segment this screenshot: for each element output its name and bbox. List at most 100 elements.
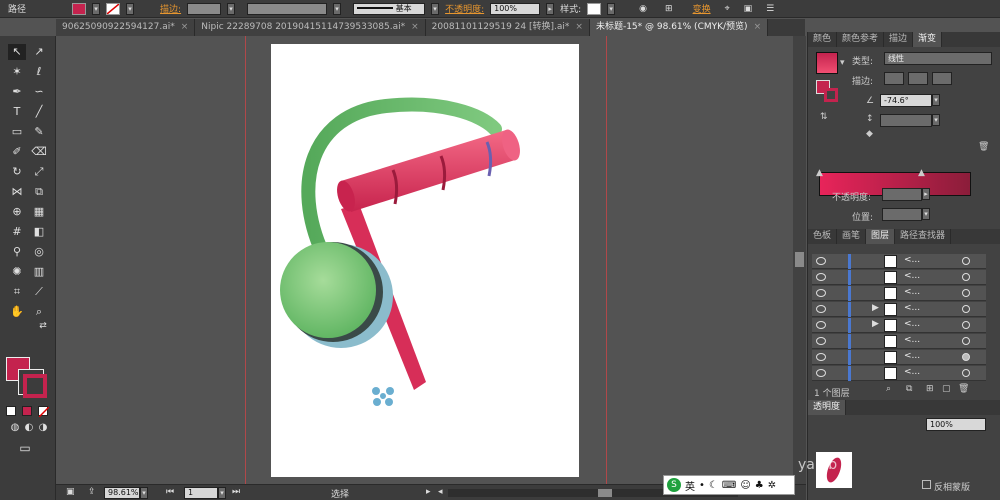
rotate-icon[interactable]: ↻ [8,164,26,180]
symbol-sprayer-icon[interactable]: ✺ [8,264,26,280]
tab-swatches[interactable]: 色板 [808,229,838,244]
reverse-gradient-icon[interactable]: ⇅ [820,112,828,122]
hand-tool-icon[interactable]: ✋ [8,304,26,320]
tab-color-guide[interactable]: 颜色参考 [837,32,885,47]
doc-tab-1[interactable]: 90625090922594127.ai* × [56,19,196,36]
target-icon[interactable] [962,337,970,345]
layer-row[interactable]: <... [812,334,986,349]
artboard-number-dropdown[interactable]: ▾ [218,487,226,499]
zoom-dropdown[interactable]: ▾ [140,487,148,499]
stroke-weight-field[interactable] [187,2,222,15]
target-icon[interactable] [962,289,970,297]
vertical-scrollbar[interactable] [793,36,806,484]
layer-row[interactable]: <... [812,270,986,285]
eyedropper-icon[interactable]: ⚲ [8,244,26,260]
close-icon[interactable]: × [754,22,762,32]
swap-colors-icon[interactable]: ⇄ [34,318,52,334]
gradient-opacity-dropdown[interactable]: ▸ [922,188,930,200]
gradient-position-field[interactable] [882,208,922,221]
opacity-field[interactable]: 100% [490,2,541,15]
magic-wand-icon[interactable]: ✶ [8,64,26,80]
none-mode-icon[interactable] [38,406,49,417]
gradient-stop-right-icon[interactable]: ▲ [918,168,925,178]
doc-tab-4[interactable]: 未标题-15* @ 98.61% (CMYK/预览) × [589,19,769,36]
arrange-icon[interactable]: ▣ [744,4,753,14]
angle-dropdown[interactable]: ▾ [932,94,940,106]
layer-row[interactable]: <... [812,254,986,269]
target-icon[interactable] [962,257,970,265]
gradient-preview-dropdown[interactable]: ▾ [840,58,845,68]
tab-pathfinder[interactable]: 路径查找器 [895,229,952,244]
tab-stroke[interactable]: 描边 [884,32,914,47]
close-icon[interactable]: × [181,22,189,32]
gradient-type-field[interactable]: 线性 [884,52,992,65]
aspect-ratio-field[interactable] [880,114,932,127]
fill-swatch[interactable] [72,2,87,15]
status-arrow-icon[interactable]: ▸ [426,487,431,497]
shape-builder-icon[interactable]: ⊕ [8,204,26,220]
artboard[interactable] [271,44,579,477]
gradient-opacity-field[interactable] [882,188,922,201]
visibility-eye-icon[interactable] [816,369,826,377]
doc-tab-3[interactable]: 20081101129519 24 [转换].ai* × [425,19,590,36]
artboard-number-field[interactable]: 1 [184,487,218,499]
panel-menu-icon[interactable]: ☰ [766,4,774,14]
artboard-nav-icon[interactable]: ▣ [66,487,75,497]
target-icon[interactable] [962,273,970,281]
moon-icon[interactable]: ☾ [709,480,718,491]
stroke-weight-dropdown[interactable]: ▾ [227,2,236,15]
brush-style-dropdown[interactable]: ▾ [431,2,440,15]
lasso-icon[interactable]: ℓ [30,64,48,80]
isolate-icon[interactable]: ⌖ [725,4,730,14]
visibility-eye-icon[interactable] [816,273,826,281]
fill-dropdown[interactable]: ▾ [92,2,101,15]
skin-icon[interactable]: ♣ [755,480,764,491]
gradient-mode-icon[interactable] [22,406,32,416]
width-tool-icon[interactable]: ⋈ [8,184,26,200]
user-icon[interactable]: ☺ [740,480,750,491]
tab-color[interactable]: 颜色 [808,32,838,47]
stroke-swatch[interactable] [106,2,121,15]
variable-width-field[interactable] [247,2,328,15]
settings-icon[interactable]: ✲ [768,480,776,491]
stroke-label[interactable]: 描边: [160,2,181,15]
transparency-opacity-field[interactable]: 100% [926,418,986,431]
graph-tool-icon[interactable]: ▥ [30,264,48,280]
perspective-grid-icon[interactable]: ▦ [30,204,48,220]
locate-object-icon[interactable]: ⌕ [886,384,891,394]
target-icon[interactable] [962,305,970,313]
blend-tool-icon[interactable]: ◎ [30,244,48,260]
mesh-tool-icon[interactable]: # [8,224,26,240]
layer-row[interactable]: <... [812,286,986,301]
stroke-option-1[interactable] [884,72,904,85]
layer-row[interactable]: <... [812,366,986,381]
close-icon[interactable]: × [411,22,419,32]
scroll-thumb[interactable] [795,252,804,267]
gradient-stop-left-icon[interactable]: ▲ [816,168,823,178]
eraser-icon[interactable]: ⌫ [30,144,48,160]
visibility-eye-icon[interactable] [816,305,826,313]
punctuation-icon[interactable]: • [699,480,705,491]
share-icon[interactable]: ⇪ [88,487,96,497]
stroke-option-2[interactable] [908,72,928,85]
draw-inside-icon[interactable]: ◑ [34,420,52,436]
scale-icon[interactable]: ⤢ [30,164,48,180]
visibility-eye-icon[interactable] [816,321,826,329]
slice-tool-icon[interactable]: ⟋ [30,284,48,300]
new-sublayer-icon[interactable]: ⊞ [926,384,934,394]
line-tool-icon[interactable]: ╱ [30,104,48,120]
layer-row[interactable]: <... [812,350,986,365]
gradient-preview-swatch[interactable] [816,52,838,74]
paintbrush-icon[interactable]: ✎ [30,124,48,140]
gradient-position-dropdown[interactable]: ▾ [922,208,930,220]
visibility-eye-icon[interactable] [816,289,826,297]
stroke-gradient-swatch[interactable] [824,88,838,102]
opacity-label[interactable]: 不透明度: [445,2,484,15]
stroke-option-3[interactable] [932,72,952,85]
trash-icon[interactable]: 🗑 [978,142,989,152]
target-icon[interactable] [962,369,970,377]
rectangle-tool-icon[interactable]: ▭ [8,124,26,140]
first-artboard-icon[interactable]: ⏮ [166,487,174,497]
target-icon[interactable] [962,321,970,329]
pencil-icon[interactable]: ✐ [8,144,26,160]
